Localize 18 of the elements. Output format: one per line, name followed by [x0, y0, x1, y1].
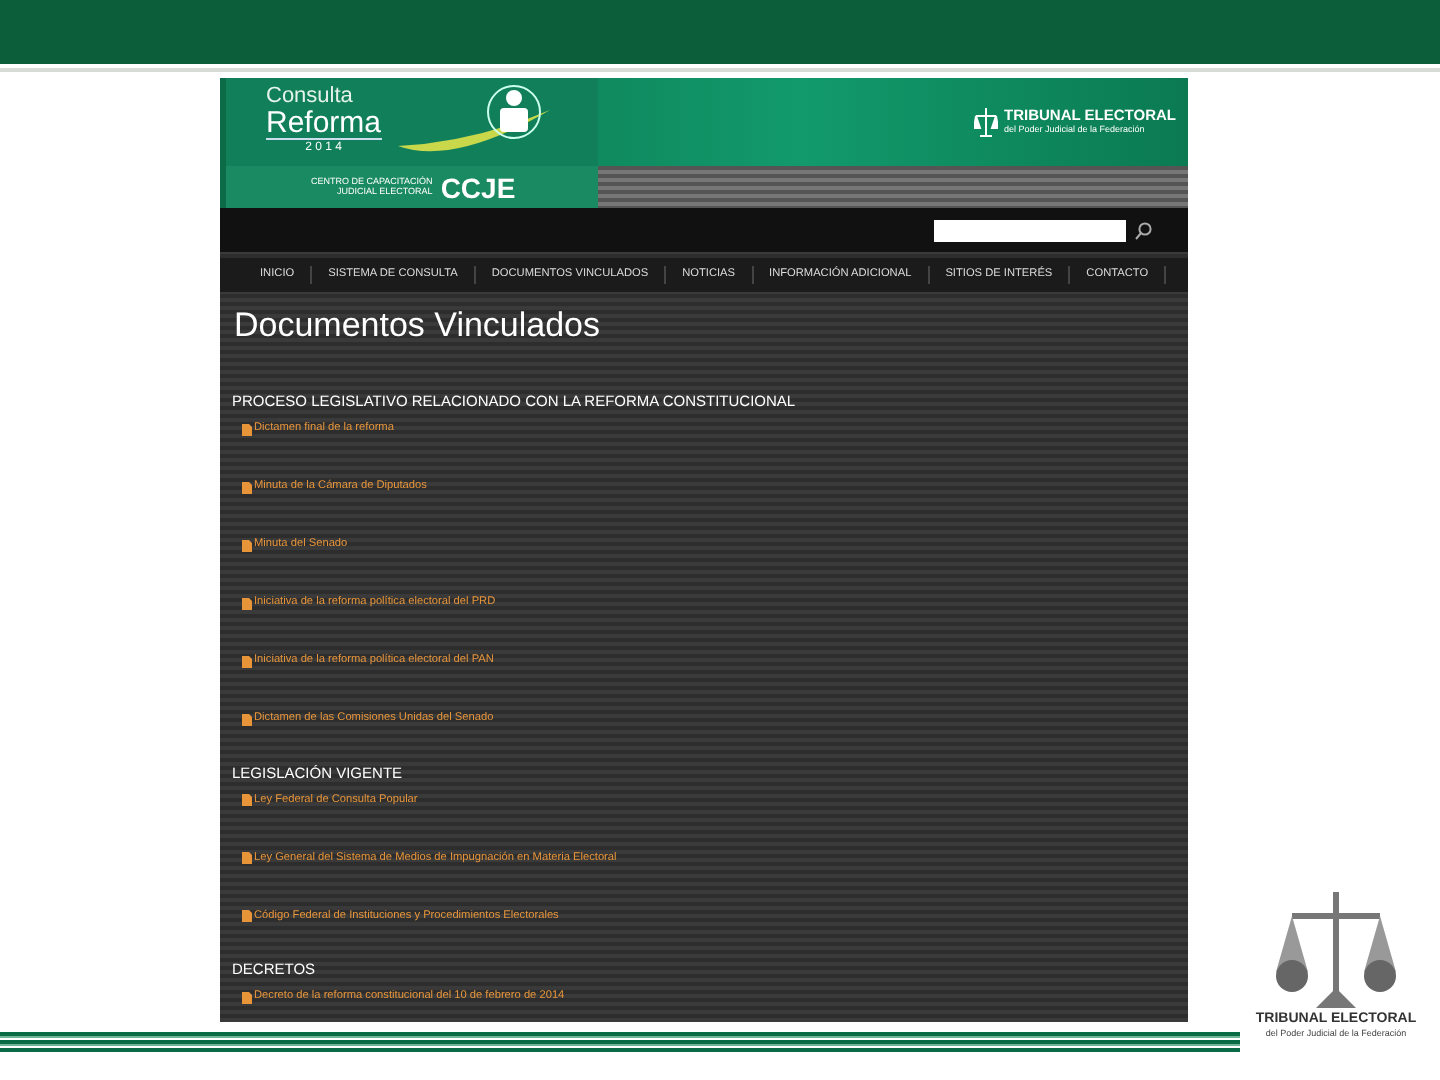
scales-icon — [974, 106, 999, 138]
page-title: Documentos Vinculados — [234, 306, 603, 347]
document-icon — [242, 713, 252, 726]
document-icon — [242, 852, 252, 865]
document-icon — [242, 481, 252, 494]
document-icon — [242, 539, 252, 552]
document-icon — [242, 423, 252, 436]
document-icon — [242, 991, 252, 1004]
logo-title: Consulta — [266, 86, 355, 109]
document-icon — [242, 655, 252, 668]
document-icon — [242, 794, 252, 807]
search-field[interactable] — [934, 219, 1126, 241]
document-icon — [242, 910, 252, 923]
ccje-acronym: CCJE — [440, 173, 516, 201]
document-icon — [242, 597, 252, 610]
logo-title: Reforma — [266, 108, 382, 141]
scales-drawing — [1276, 888, 1396, 1012]
search-icon — [1134, 221, 1152, 239]
